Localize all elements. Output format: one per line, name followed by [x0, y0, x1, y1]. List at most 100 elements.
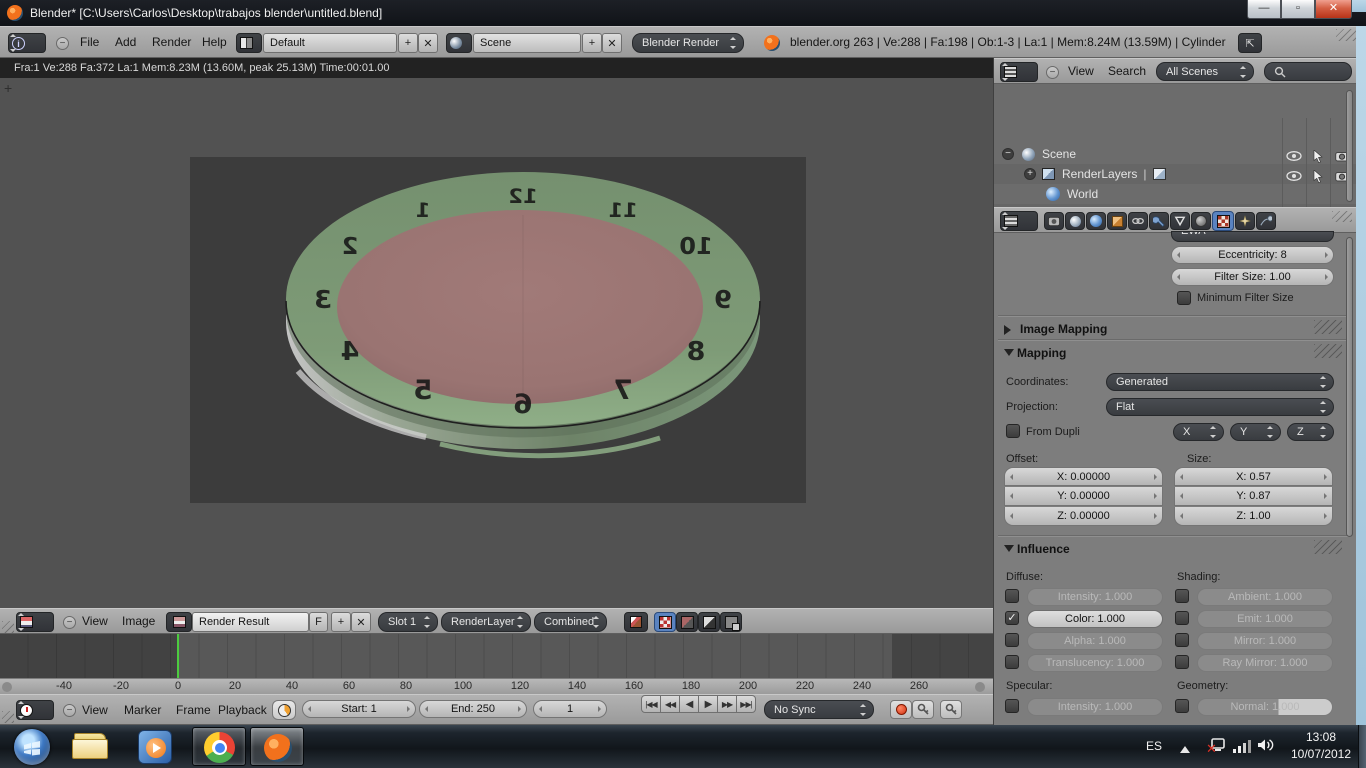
- render-engine-dropdown[interactable]: Blender Render: [632, 33, 744, 53]
- diffuse-color-slider[interactable]: Color: 1.000: [1027, 610, 1163, 628]
- renderlayer-data-icon[interactable]: [1152, 168, 1166, 180]
- tab-physics[interactable]: [1256, 212, 1276, 230]
- tab-texture-active[interactable]: [1212, 211, 1234, 231]
- tab-modifiers[interactable]: [1149, 212, 1169, 230]
- prev-keyframe-button[interactable]: ◀◀: [660, 695, 680, 713]
- add-scene-button[interactable]: +: [582, 33, 602, 53]
- coordinates-dropdown[interactable]: Generated: [1106, 373, 1334, 391]
- tray-volume-icon[interactable]: [1257, 737, 1275, 756]
- selectability-pointer-icon[interactable]: [1307, 166, 1329, 186]
- tray-clock[interactable]: 13:08 10/07/2012: [1288, 729, 1354, 765]
- outliner-scope-dropdown[interactable]: All Scenes: [1156, 62, 1254, 81]
- axis-z-dropdown[interactable]: Z: [1287, 423, 1334, 441]
- editor-type-selector[interactable]: [16, 612, 54, 632]
- render-pass-dropdown[interactable]: Combined: [534, 612, 607, 632]
- projection-dropdown[interactable]: Flat: [1106, 398, 1334, 416]
- next-keyframe-button[interactable]: ▶▶: [717, 695, 737, 713]
- image-name-field[interactable]: Render Result: [192, 612, 309, 632]
- menu-image[interactable]: Image: [120, 609, 157, 633]
- collapse-menus-button[interactable]: −: [63, 616, 76, 629]
- menu-view[interactable]: View: [1066, 59, 1096, 83]
- minimize-button[interactable]: —: [1247, 0, 1281, 19]
- decrement-arrow-icon[interactable]: [425, 706, 428, 712]
- play-button[interactable]: ▶: [698, 695, 718, 713]
- geometry-normal-checkbox[interactable]: [1175, 699, 1189, 713]
- fake-user-button[interactable]: F: [309, 612, 328, 632]
- use-preview-range-toggle[interactable]: [272, 700, 296, 720]
- diffuse-translucency-slider[interactable]: Translucency: 1.000: [1027, 654, 1163, 672]
- offset-z-field[interactable]: Z: 0.00000: [1004, 507, 1163, 526]
- image-datablock-icon[interactable]: [166, 612, 192, 632]
- close-button[interactable]: ✕: [1315, 0, 1352, 19]
- expand-toggle[interactable]: −: [1002, 148, 1014, 160]
- axis-x-dropdown[interactable]: X: [1173, 423, 1224, 441]
- keying-set-button[interactable]: [912, 700, 934, 719]
- play-reverse-button[interactable]: ◀: [679, 695, 699, 713]
- end-frame-field[interactable]: End: 250: [419, 700, 527, 718]
- collapse-menus-button[interactable]: −: [56, 37, 69, 50]
- size-x-field[interactable]: X: 0.57: [1174, 467, 1333, 486]
- tab-particles[interactable]: [1235, 212, 1255, 230]
- size-z-field[interactable]: Z: 1.00: [1174, 507, 1333, 526]
- screen-layout-icon[interactable]: [236, 33, 262, 53]
- corner-grip-icon[interactable]: [2, 621, 14, 633]
- tab-render[interactable]: [1044, 212, 1064, 230]
- corner-grip-icon[interactable]: [1336, 29, 1358, 41]
- menu-view[interactable]: View: [80, 698, 110, 722]
- sync-dropdown[interactable]: No Sync: [764, 700, 874, 719]
- increment-arrow-icon[interactable]: [1324, 513, 1327, 519]
- increment-arrow-icon[interactable]: [1154, 513, 1157, 519]
- menu-frame[interactable]: Frame: [174, 698, 213, 722]
- outliner-scrollbar[interactable]: [1346, 90, 1353, 202]
- start-button[interactable]: [14, 729, 50, 765]
- increment-arrow-icon[interactable]: [1324, 473, 1327, 480]
- editor-type-selector[interactable]: [1000, 62, 1038, 82]
- size-y-field[interactable]: Y: 0.87: [1174, 487, 1333, 506]
- record-button[interactable]: [890, 700, 912, 719]
- outliner-row-world[interactable]: World: [994, 184, 1357, 204]
- decrement-arrow-icon[interactable]: [1177, 274, 1180, 280]
- diffuse-color-checkbox[interactable]: ✓: [1005, 611, 1019, 625]
- properties-scrollbar[interactable]: [1346, 237, 1353, 537]
- shading-raymirror-checkbox[interactable]: [1175, 655, 1189, 669]
- menu-help[interactable]: Help: [200, 27, 229, 57]
- shading-raymirror-slider[interactable]: Ray Mirror: 1.000: [1197, 654, 1333, 672]
- shading-ambient-checkbox[interactable]: [1175, 589, 1189, 603]
- editor-type-selector[interactable]: [1000, 211, 1038, 231]
- current-frame-line[interactable]: [177, 634, 179, 678]
- delete-layout-button[interactable]: ✕: [418, 33, 438, 53]
- outliner-search-field[interactable]: [1264, 62, 1352, 81]
- decrement-arrow-icon[interactable]: [1180, 473, 1183, 480]
- increment-arrow-icon[interactable]: [407, 706, 410, 712]
- menu-playback[interactable]: Playback: [216, 698, 269, 722]
- media-player-taskbar-icon[interactable]: [138, 730, 172, 764]
- decrement-arrow-icon[interactable]: [308, 706, 311, 712]
- filter-size-field[interactable]: Filter Size: 1.00: [1171, 268, 1334, 286]
- show-desktop-button[interactable]: [1358, 725, 1366, 768]
- offset-x-field[interactable]: X: 0.00000: [1004, 467, 1163, 486]
- chrome-taskbar-button[interactable]: [192, 727, 246, 766]
- collapse-menus-button[interactable]: −: [1046, 66, 1059, 79]
- minimum-filter-size-checkbox[interactable]: [1177, 291, 1191, 305]
- menu-view[interactable]: View: [80, 609, 110, 633]
- decrement-arrow-icon[interactable]: [1010, 513, 1013, 519]
- decrement-arrow-icon[interactable]: [539, 706, 542, 712]
- panel-influence[interactable]: Influence: [1004, 542, 1070, 557]
- tray-signal-icon[interactable]: [1233, 739, 1251, 756]
- image-paint-toggle[interactable]: [624, 612, 648, 632]
- draw-channel-alpha-button[interactable]: [698, 612, 720, 632]
- slot-dropdown[interactable]: Slot 1: [378, 612, 438, 632]
- scene-icon[interactable]: [446, 33, 472, 53]
- editor-type-selector[interactable]: i: [8, 33, 46, 53]
- panel-mapping[interactable]: Mapping: [1004, 346, 1066, 361]
- shading-emit-checkbox[interactable]: [1175, 611, 1189, 625]
- timeline-tracks[interactable]: [0, 634, 993, 678]
- increment-arrow-icon[interactable]: [1325, 274, 1328, 280]
- region-expand-icon[interactable]: +: [4, 81, 16, 95]
- decrement-arrow-icon[interactable]: [1010, 473, 1013, 480]
- shading-mirror-checkbox[interactable]: [1175, 633, 1189, 647]
- diffuse-translucency-checkbox[interactable]: [1005, 655, 1019, 669]
- jump-to-end-button[interactable]: ▶▶|: [736, 695, 756, 713]
- tab-material[interactable]: [1191, 212, 1211, 230]
- specular-intensity-slider[interactable]: Intensity: 1.000: [1027, 698, 1163, 716]
